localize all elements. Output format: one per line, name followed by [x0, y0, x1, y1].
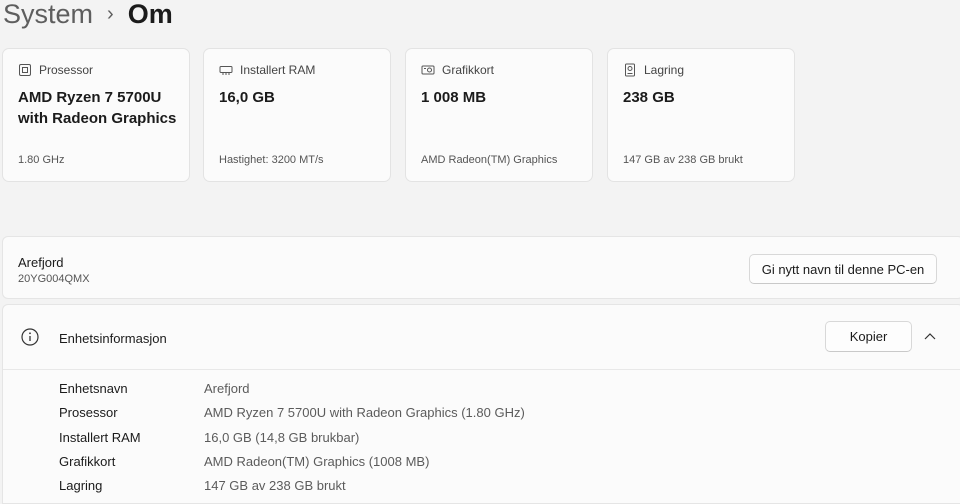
chevron-up-icon	[924, 333, 936, 340]
ram-card: Installert RAM 16,0 GB Hastighet: 3200 M…	[203, 48, 391, 182]
breadcrumb: System › Om	[3, 0, 173, 32]
breadcrumb-separator: ›	[107, 3, 114, 25]
spec-row: Enhetsnavn Arefjord	[59, 381, 250, 396]
spec-row: Installert RAM 16,0 GB (14,8 GB brukbar)	[59, 430, 359, 445]
rename-pc-button[interactable]: Gi nytt navn til denne PC-en	[749, 254, 937, 284]
spec-label: Installert RAM	[59, 430, 141, 445]
storage-card-label: Lagring	[644, 63, 685, 77]
spec-value: 16,0 GB (14,8 GB brukbar)	[204, 430, 360, 445]
spec-row: Grafikkort AMD Radeon(TM) Graphics (1008…	[59, 454, 429, 469]
spec-label: Grafikkort	[59, 454, 116, 469]
storage-card: Lagring 238 GB 147 GB av 238 GB brukt	[607, 48, 795, 182]
memory-icon	[219, 66, 233, 75]
device-name-panel: Arefjord 20YG004QMX Gi nytt navn til den…	[2, 236, 960, 299]
processor-icon	[19, 64, 31, 76]
spec-label: Prosessor	[59, 405, 118, 420]
device-name: Arefjord	[18, 255, 64, 270]
graphics-card-sub: AMD Radeon(TM) Graphics	[421, 154, 558, 166]
ram-card-sub: Hastighet: 3200 MT/s	[219, 154, 324, 166]
collapse-button[interactable]	[919, 325, 941, 347]
device-info-header[interactable]: Enhetsinformasjon Kopier	[3, 305, 960, 370]
processor-card-value: AMD Ryzen 7 5700U with Radeon Graphics	[18, 89, 177, 127]
spec-row: Lagring 147 GB av 238 GB brukt	[59, 478, 346, 493]
breadcrumb-system-link[interactable]: System	[3, 0, 93, 32]
spec-value: Arefjord	[204, 381, 250, 396]
ram-card-value: 16,0 GB	[219, 89, 275, 106]
copy-button[interactable]: Kopier	[825, 321, 912, 352]
storage-card-sub: 147 GB av 238 GB brukt	[623, 154, 743, 166]
page-title: Om	[127, 0, 173, 29]
spec-row: Prosessor AMD Ryzen 7 5700U with Radeon …	[59, 405, 525, 420]
processor-card-label: Prosessor	[39, 63, 94, 77]
info-icon	[21, 328, 39, 346]
spec-value: AMD Ryzen 7 5700U with Radeon Graphics (…	[204, 405, 525, 420]
device-info-panel: Enhetsinformasjon Kopier Enhetsnavn Aref…	[2, 304, 960, 504]
graphics-card: Grafikkort 1 008 MB AMD Radeon(TM) Graph…	[405, 48, 593, 182]
graphics-card-value: 1 008 MB	[421, 89, 487, 106]
storage-card-value: 238 GB	[623, 89, 675, 106]
device-info-title: Enhetsinformasjon	[59, 331, 167, 346]
device-model: 20YG004QMX	[18, 273, 90, 285]
graphics-card-label: Grafikkort	[442, 63, 495, 77]
storage-icon	[625, 63, 635, 77]
spec-value: AMD Radeon(TM) Graphics (1008 MB)	[204, 454, 430, 469]
spec-label: Enhetsnavn	[59, 381, 128, 396]
spec-value: 147 GB av 238 GB brukt	[204, 478, 346, 493]
ram-card-label: Installert RAM	[240, 63, 316, 77]
processor-card-sub: 1.80 GHz	[18, 154, 65, 166]
processor-card: Prosessor AMD Ryzen 7 5700U with Radeon …	[2, 48, 190, 182]
graphics-card-icon	[421, 65, 435, 75]
spec-label: Lagring	[59, 478, 103, 493]
